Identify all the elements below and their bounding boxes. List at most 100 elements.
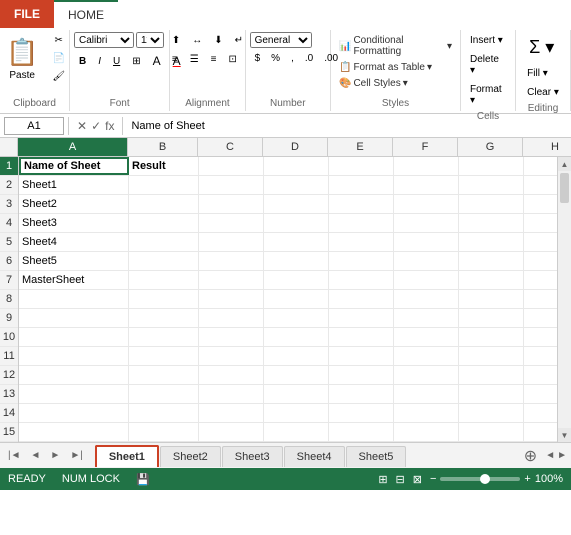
- row-num-7[interactable]: 7: [0, 271, 18, 290]
- sheet-tab-sheet3[interactable]: Sheet3: [222, 446, 283, 467]
- cell-f2[interactable]: [394, 176, 459, 194]
- cell-h14[interactable]: [524, 404, 557, 422]
- cell-f5[interactable]: [394, 233, 459, 251]
- cell-h8[interactable]: [524, 290, 557, 308]
- cell-d4[interactable]: [264, 214, 329, 232]
- cell-d14[interactable]: [264, 404, 329, 422]
- cell-c4[interactable]: [199, 214, 264, 232]
- align-top-button[interactable]: ⬆: [167, 32, 185, 49]
- cell-styles-button[interactable]: 🎨 Cell Styles ▾: [337, 77, 410, 90]
- sheet-tab-sheet2[interactable]: Sheet2: [160, 446, 221, 467]
- cell-b9[interactable]: [129, 309, 199, 327]
- view-layout-icon[interactable]: ⊟: [396, 473, 405, 486]
- align-right-button[interactable]: ≡: [206, 51, 222, 68]
- sheet-tab-sheet5[interactable]: Sheet5: [346, 446, 407, 467]
- row-num-14[interactable]: 14: [0, 404, 18, 423]
- cell-d3[interactable]: [264, 195, 329, 213]
- cell-d5[interactable]: [264, 233, 329, 251]
- tab-file[interactable]: FILE: [0, 0, 54, 28]
- cell-a8[interactable]: [19, 290, 129, 308]
- cell-g4[interactable]: [459, 214, 524, 232]
- conditional-formatting-button[interactable]: 📊 Conditional Formatting ▾: [337, 34, 454, 58]
- sheet-tab-sheet1[interactable]: Sheet1: [95, 445, 159, 467]
- comma-button[interactable]: ,: [286, 50, 299, 67]
- cell-f12[interactable]: [394, 366, 459, 384]
- cell-e8[interactable]: [329, 290, 394, 308]
- paste-button[interactable]: 📋 Paste: [0, 32, 45, 86]
- sheet-scroll-right[interactable]: ►: [557, 450, 567, 461]
- col-header-h[interactable]: H: [523, 138, 571, 156]
- cell-c5[interactable]: [199, 233, 264, 251]
- bold-button[interactable]: B: [74, 53, 91, 70]
- insert-cells-button[interactable]: Insert ▾: [465, 32, 508, 49]
- cell-d6[interactable]: [264, 252, 329, 270]
- cell-g12[interactable]: [459, 366, 524, 384]
- row-num-11[interactable]: 11: [0, 347, 18, 366]
- save-icon[interactable]: 💾: [136, 473, 150, 486]
- cell-f6[interactable]: [394, 252, 459, 270]
- scroll-thumb[interactable]: [560, 173, 569, 203]
- cell-c1[interactable]: [199, 157, 264, 175]
- cell-c12[interactable]: [199, 366, 264, 384]
- tab-review[interactable]: REVIEW: [438, 0, 509, 28]
- sheet-tab-sheet4[interactable]: Sheet4: [284, 446, 345, 467]
- row-num-13[interactable]: 13: [0, 385, 18, 404]
- cell-e7[interactable]: [329, 271, 394, 289]
- cell-e13[interactable]: [329, 385, 394, 403]
- col-header-b[interactable]: B: [128, 138, 198, 156]
- delete-cells-button[interactable]: Delete ▾: [465, 51, 511, 79]
- cell-a9[interactable]: [19, 309, 129, 327]
- cell-c8[interactable]: [199, 290, 264, 308]
- tab-view[interactable]: VIEW: [509, 0, 564, 28]
- add-sheet-button[interactable]: ⊕: [516, 444, 545, 468]
- scroll-track[interactable]: [558, 171, 571, 428]
- increase-decimal-button[interactable]: .0: [300, 50, 318, 67]
- cell-g8[interactable]: [459, 290, 524, 308]
- vertical-scrollbar[interactable]: ▲ ▼: [557, 157, 571, 442]
- cell-c15[interactable]: [199, 423, 264, 441]
- cell-b3[interactable]: [129, 195, 199, 213]
- percent-button[interactable]: %: [266, 50, 285, 67]
- cell-e12[interactable]: [329, 366, 394, 384]
- cell-e11[interactable]: [329, 347, 394, 365]
- cell-g3[interactable]: [459, 195, 524, 213]
- cell-a12[interactable]: [19, 366, 129, 384]
- cell-f10[interactable]: [394, 328, 459, 346]
- row-num-5[interactable]: 5: [0, 233, 18, 252]
- scroll-down-btn[interactable]: ▼: [558, 428, 571, 442]
- cell-d11[interactable]: [264, 347, 329, 365]
- cell-a1[interactable]: Name of Sheet: [19, 157, 129, 175]
- cell-h11[interactable]: [524, 347, 557, 365]
- cell-f3[interactable]: [394, 195, 459, 213]
- copy-button[interactable]: 📄: [47, 50, 70, 67]
- insert-function-icon[interactable]: fx: [105, 119, 114, 133]
- sheet-nav-first[interactable]: |◄: [4, 448, 25, 463]
- sheet-nav-next[interactable]: ►: [46, 448, 64, 463]
- cell-e15[interactable]: [329, 423, 394, 441]
- zoom-thumb[interactable]: [480, 474, 490, 484]
- cell-d7[interactable]: [264, 271, 329, 289]
- border-button[interactable]: ⊞: [127, 53, 145, 70]
- cell-b7[interactable]: [129, 271, 199, 289]
- underline-button[interactable]: U: [108, 53, 125, 70]
- sheet-nav-prev[interactable]: ◄: [27, 448, 45, 463]
- cell-a10[interactable]: [19, 328, 129, 346]
- formula-input[interactable]: [127, 120, 567, 132]
- tab-insert[interactable]: INSERT: [118, 0, 186, 28]
- cell-e1[interactable]: [329, 157, 394, 175]
- cell-e14[interactable]: [329, 404, 394, 422]
- row-num-6[interactable]: 6: [0, 252, 18, 271]
- cell-b5[interactable]: [129, 233, 199, 251]
- row-num-15[interactable]: 15: [0, 423, 18, 442]
- cell-e2[interactable]: [329, 176, 394, 194]
- cell-h13[interactable]: [524, 385, 557, 403]
- number-format-select[interactable]: General: [250, 32, 312, 48]
- cell-f14[interactable]: [394, 404, 459, 422]
- cell-g11[interactable]: [459, 347, 524, 365]
- tab-data[interactable]: DATA: [383, 0, 437, 28]
- cell-d15[interactable]: [264, 423, 329, 441]
- cell-h3[interactable]: [524, 195, 557, 213]
- row-num-12[interactable]: 12: [0, 366, 18, 385]
- cell-g9[interactable]: [459, 309, 524, 327]
- cell-d13[interactable]: [264, 385, 329, 403]
